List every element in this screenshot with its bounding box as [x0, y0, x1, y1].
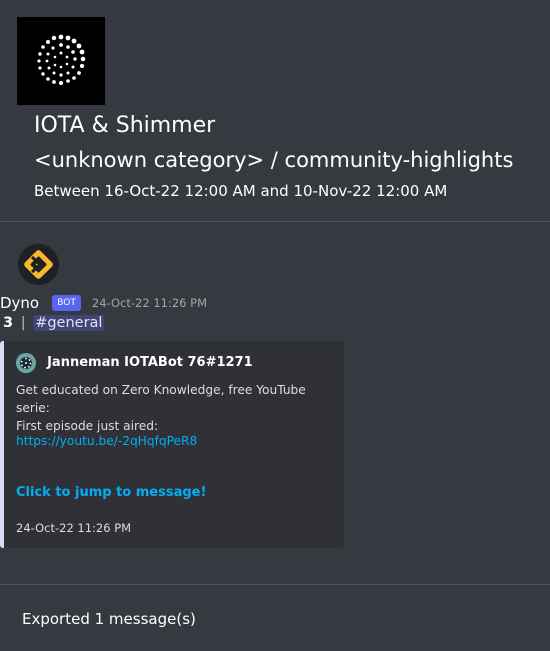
message-header: Dyno BOT 24-Oct-22 11:26 PM [0, 292, 207, 312]
bot-badge: BOT [52, 294, 81, 311]
embed-description: Get educated on Zero Knowledge, free You… [16, 381, 342, 435]
embed-author-name[interactable]: Janneman IOTABot 76#1271 [47, 355, 253, 370]
divider [0, 221, 550, 222]
date-range: Between 16-Oct-22 12:00 AM and 10-Nov-22… [34, 182, 448, 200]
embed-footer-timestamp: 24-Oct-22 11:26 PM [16, 521, 132, 535]
embed-description-line: First episode just aired: [16, 419, 159, 433]
jump-to-message-link[interactable]: Click to jump to message! [16, 485, 206, 500]
channel-path: <unknown category> / community-highlight… [34, 148, 514, 172]
youtube-link[interactable]: https://youtu.be/-2qHqfqPeR8 [16, 434, 197, 448]
reaction-count: 3 [3, 315, 14, 331]
message-timestamp: 24-Oct-22 11:26 PM [91, 295, 208, 310]
embed-author: Janneman IOTABot 76#1271 [16, 352, 253, 373]
export-summary: Exported 1 message(s) [22, 610, 196, 628]
iota-logo-icon [17, 17, 105, 105]
author-name[interactable]: Dyno [0, 294, 39, 312]
dyno-avatar-icon[interactable] [18, 244, 59, 285]
channel-mention-general[interactable]: #general [33, 315, 105, 331]
message-embed: Janneman IOTABot 76#1271 Get educated on… [0, 341, 344, 548]
embed-description-line: Get educated on Zero Knowledge, free You… [16, 383, 306, 415]
guild-header: IOTA & Shimmer <unknown category> / comm… [0, 0, 550, 221]
iota-bot-avatar-icon [16, 352, 36, 373]
separator: | [20, 315, 26, 331]
message-content: 3 | #general [3, 315, 105, 331]
guild-name: IOTA & Shimmer [34, 113, 216, 138]
divider [0, 584, 550, 585]
